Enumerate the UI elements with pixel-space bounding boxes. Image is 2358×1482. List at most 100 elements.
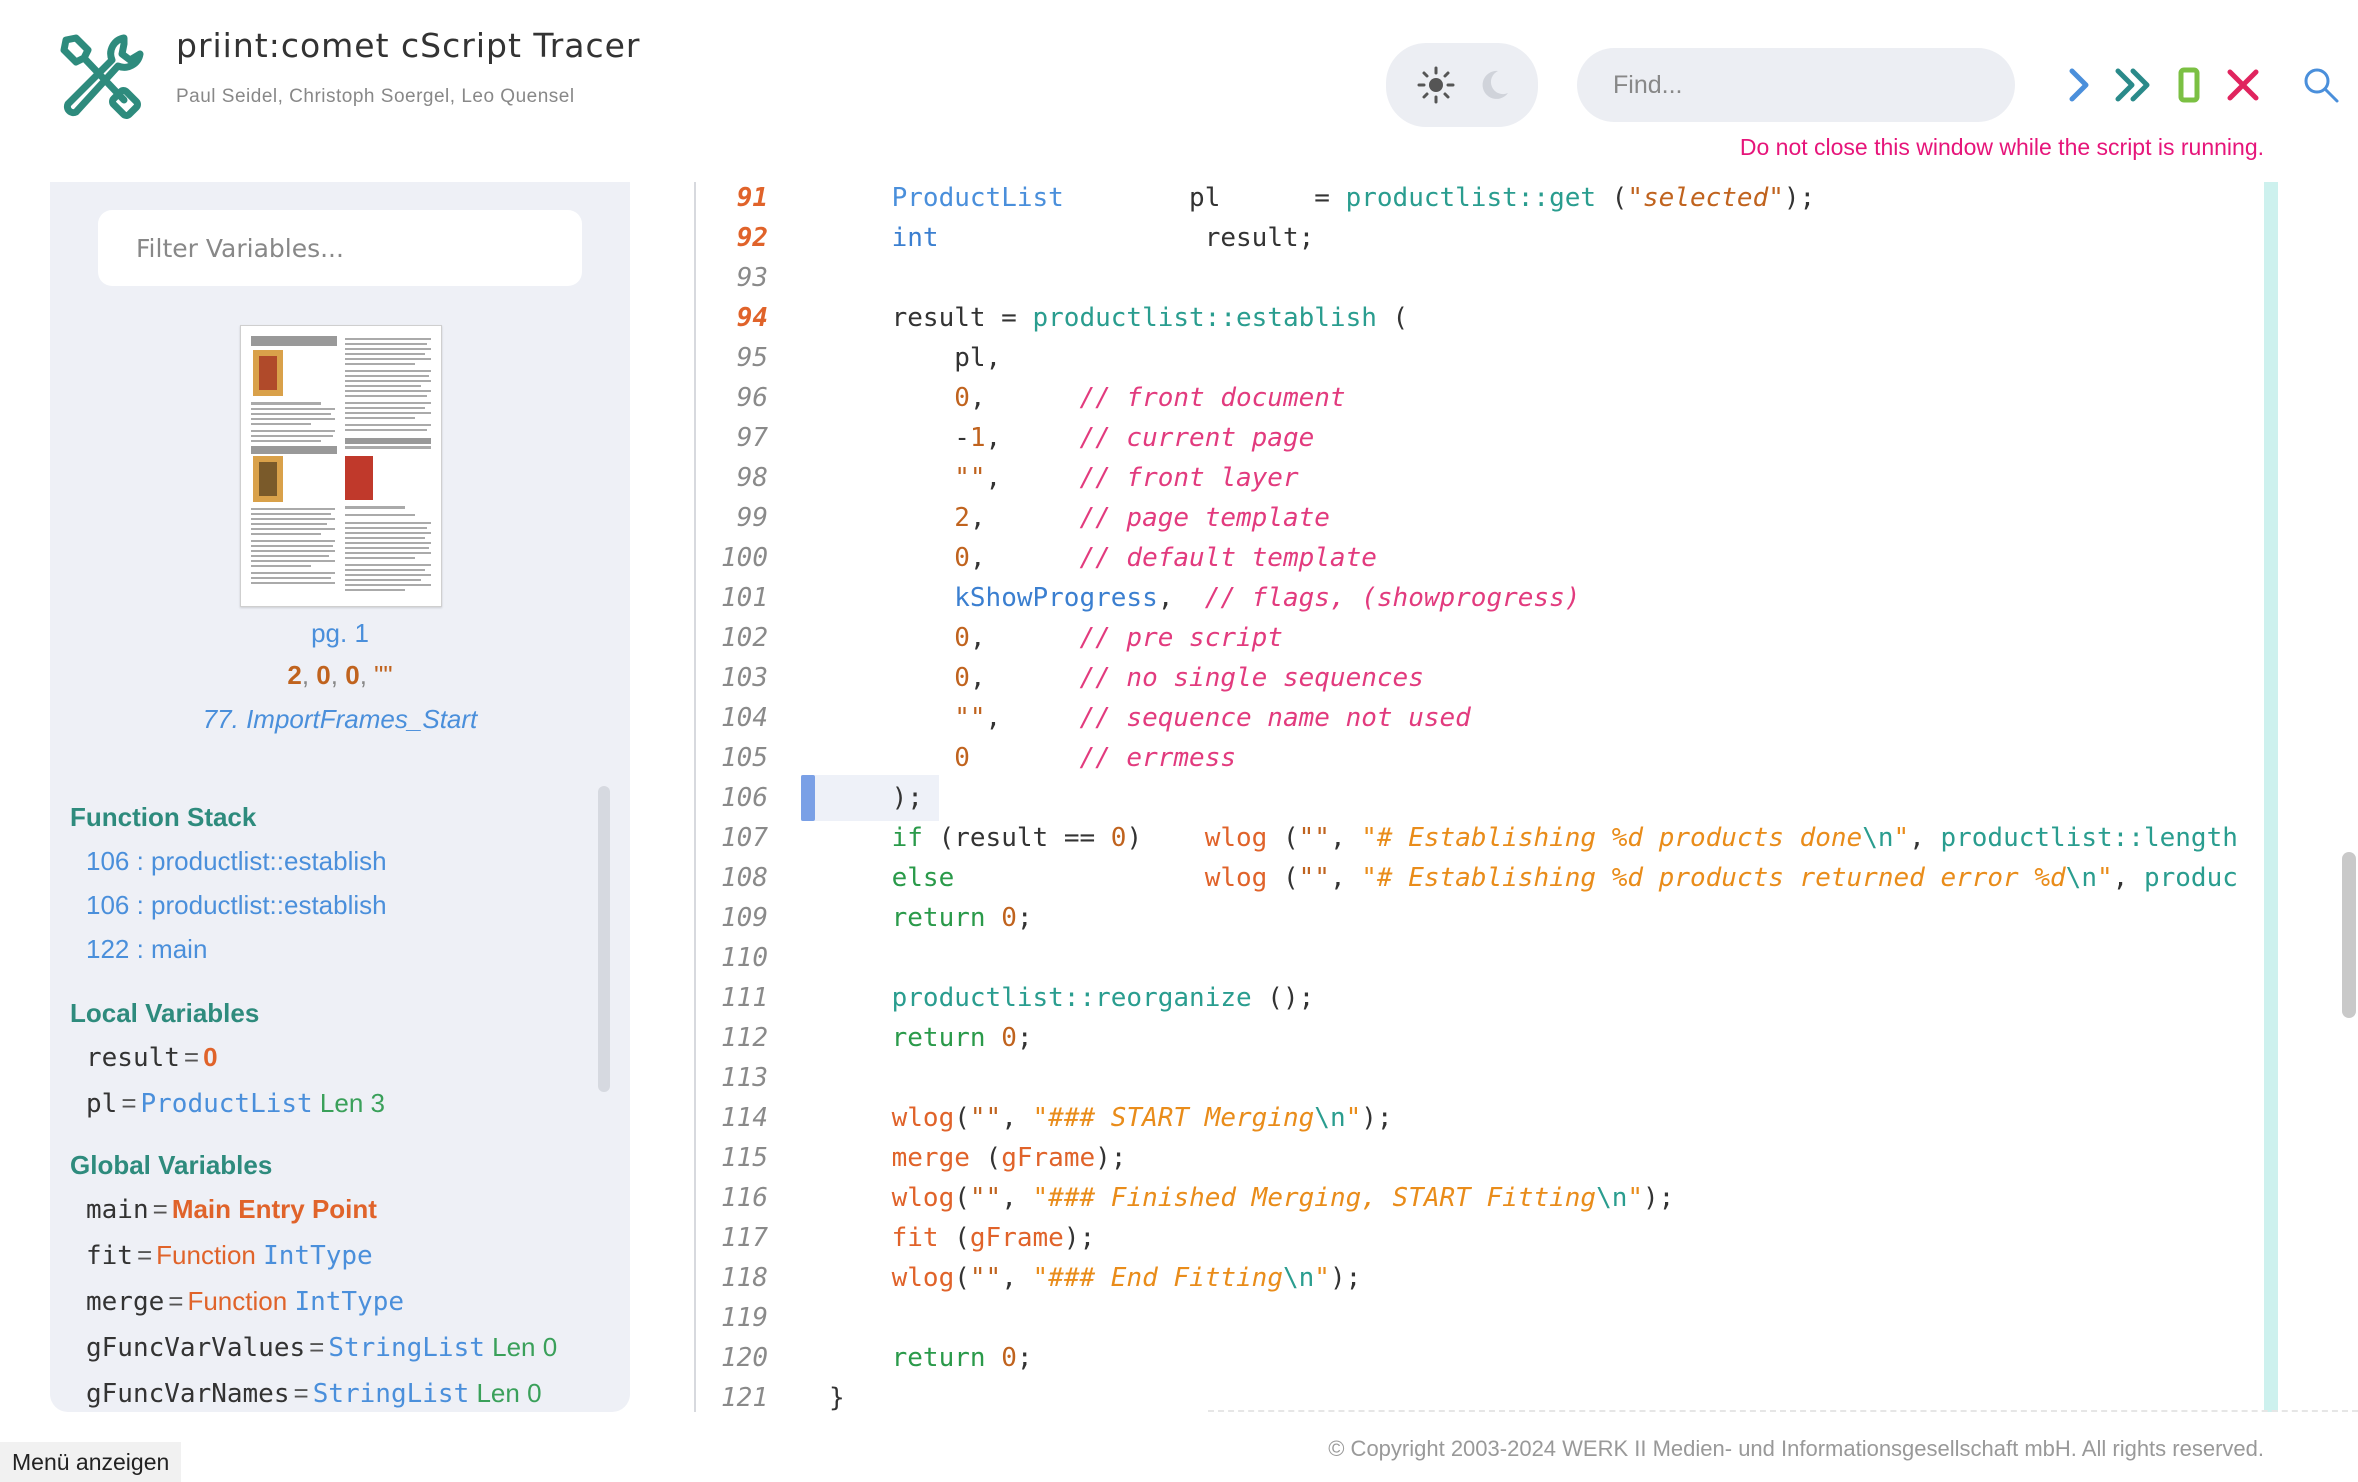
page-function-link[interactable]: 77. ImportFrames_Start [50,704,630,735]
page-thumbnail[interactable] [240,325,442,607]
line-number[interactable]: 112 [696,1018,768,1058]
stop-button[interactable] [2166,60,2212,110]
run-to-end-button[interactable] [2110,60,2156,110]
code-line[interactable]: 108 else wlog ("", "# Establishing %d pr… [696,858,2264,898]
sun-icon[interactable] [1416,65,1456,105]
line-number[interactable]: 108 [696,858,768,898]
code-line[interactable]: 113 [696,1058,2264,1098]
line-number[interactable]: 104 [696,698,768,738]
global-variable-row[interactable]: merge = Function IntType [86,1286,404,1317]
close-button[interactable] [2220,60,2266,110]
line-number[interactable]: 100 [696,538,768,578]
code-token: wlog [891,1263,955,1293]
show-menu-button[interactable]: Menü anzeigen [0,1442,182,1482]
code-line[interactable]: 109 return 0; [696,898,2264,938]
code-line[interactable]: 107 if (result == 0) wlog ("", "# Establ… [696,818,2264,858]
local-variable-row[interactable]: pl = ProductList Len 3 [86,1088,385,1119]
code-line[interactable]: 92 int result; [696,218,2264,258]
line-number[interactable]: 115 [696,1138,768,1178]
global-variable-row[interactable]: main = Main Entry Point [86,1194,377,1225]
code-line[interactable]: 120 return 0; [696,1338,2264,1378]
line-number[interactable]: 101 [696,578,768,618]
source-code-view[interactable]: 91 ProductList pl = productlist::get ("s… [696,182,2264,1412]
line-number[interactable]: 114 [696,1098,768,1138]
code-line[interactable]: 111 productlist::reorganize (); [696,978,2264,1018]
line-number[interactable]: 111 [696,978,768,1018]
global-variable-row[interactable]: gFuncVarValues = StringList Len 0 [86,1332,557,1363]
line-number[interactable]: 113 [696,1058,768,1098]
code-line[interactable]: 112 return 0; [696,1018,2264,1058]
code-token: 0 [954,383,970,413]
code-line[interactable]: 104 "", // sequence name not used [696,698,2264,738]
local-variable-row[interactable]: result = 0 [86,1042,218,1073]
code-line[interactable]: 96 0, // front document [696,378,2264,418]
global-variable-row[interactable]: fit = Function IntType [86,1240,373,1271]
stack-item[interactable]: 106 : productlist::establish [86,846,387,877]
line-number[interactable]: 95 [696,338,768,378]
line-number[interactable]: 91 [696,182,768,218]
line-number[interactable]: 109 [696,898,768,938]
code-line[interactable]: 91 ProductList pl = productlist::get ("s… [696,182,2264,218]
line-number[interactable]: 99 [696,498,768,538]
code-line[interactable]: 103 0, // no single sequences [696,658,2264,698]
code-line[interactable]: 105 0 // errmess [696,738,2264,778]
line-number[interactable]: 96 [696,378,768,418]
code-line[interactable]: 121} [696,1378,2264,1412]
code-token: "### End Fitting [1032,1263,1283,1293]
global-variable-row[interactable]: gFuncVarNames = StringList Len 0 [86,1378,542,1409]
code-line[interactable]: 110 [696,938,2264,978]
code-token: "selected" [1627,183,1784,213]
code-line[interactable]: 114 wlog("", "### START Merging\n"); [696,1098,2264,1138]
find-input[interactable] [1577,48,2015,122]
line-number[interactable]: 119 [696,1298,768,1338]
code-line[interactable]: 115 merge (gFrame); [696,1138,2264,1178]
theme-toggle[interactable] [1386,43,1538,127]
code-line[interactable]: 119 [696,1298,2264,1338]
line-number[interactable]: 120 [696,1338,768,1378]
line-number[interactable]: 102 [696,618,768,658]
code-line[interactable]: 117 fit (gFrame); [696,1218,2264,1258]
code-text: return 0; [829,1338,1033,1378]
code-line[interactable]: 102 0, // pre script [696,618,2264,658]
code-token: "" [954,703,986,733]
line-number[interactable]: 92 [696,218,768,258]
code-line[interactable]: 99 2, // page template [696,498,2264,538]
line-number[interactable]: 118 [696,1258,768,1298]
code-token: , [969,623,1080,653]
code-line[interactable]: 93 [696,258,2264,298]
line-number[interactable]: 97 [696,418,768,458]
search-button[interactable] [2298,60,2344,110]
code-line[interactable]: 101 kShowProgress, // flags, (showprogre… [696,578,2264,618]
code-token: // front layer [1079,463,1299,493]
code-line[interactable]: 97 -1, // current page [696,418,2264,458]
filter-variables-input[interactable] [98,210,582,286]
code-line[interactable]: 94 result = productlist::establish ( [696,298,2264,338]
moon-icon[interactable] [1472,65,1512,105]
code-line[interactable]: 118 wlog("", "### End Fitting\n"); [696,1258,2264,1298]
line-number[interactable]: 121 [696,1378,768,1412]
line-number[interactable]: 94 [696,298,768,338]
line-number[interactable]: 117 [696,1218,768,1258]
code-token: 0 [1001,1023,1017,1053]
line-number[interactable]: 106 [696,778,768,818]
line-number[interactable]: 93 [696,258,768,298]
line-number[interactable]: 110 [696,938,768,978]
stack-item[interactable]: 122 : main [86,934,207,965]
code-line[interactable]: 100 0, // default template [696,538,2264,578]
line-number[interactable]: 107 [696,818,768,858]
code-line[interactable]: 106 ); [696,778,2264,818]
code-line[interactable]: 116 wlog("", "### Finished Merging, STAR… [696,1178,2264,1218]
page-scrollbar[interactable] [2342,852,2356,1018]
code-token: return [891,903,986,933]
stack-item[interactable]: 106 : productlist::establish [86,890,387,921]
line-number[interactable]: 98 [696,458,768,498]
line-number[interactable]: 105 [696,738,768,778]
line-number[interactable]: 103 [696,658,768,698]
continue-button[interactable] [2056,60,2102,110]
code-line[interactable]: 98 "", // front layer [696,458,2264,498]
line-number[interactable]: 116 [696,1178,768,1218]
page-label[interactable]: pg. 1 [50,618,630,649]
code-line[interactable]: 95 pl, [696,338,2264,378]
sidebar-scrollbar[interactable] [598,786,610,1092]
